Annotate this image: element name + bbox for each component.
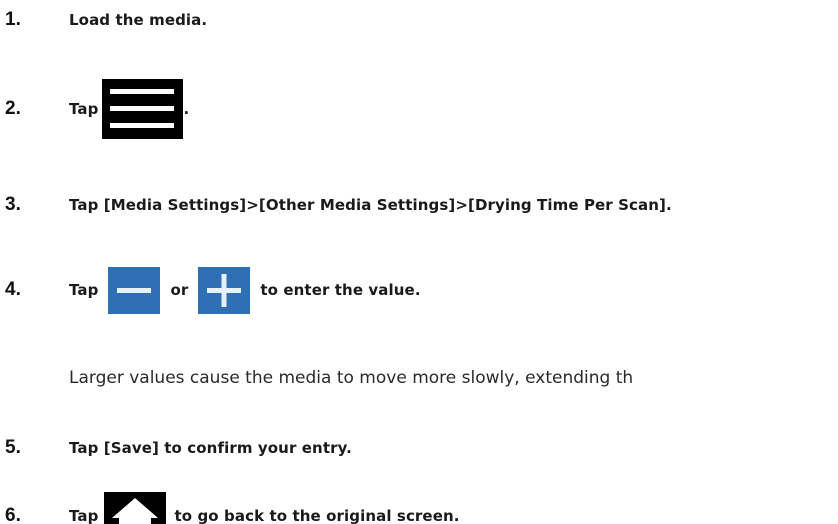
minus-icon — [108, 266, 161, 314]
step-text-after: to go back to the original screen. — [174, 507, 460, 524]
step-text-after: to enter the value. — [260, 281, 421, 299]
home-icon — [104, 492, 167, 524]
step-number: 2. — [5, 98, 21, 119]
instruction-page: 1. Load the media. 2. Tap . 3. Tap [Medi… — [0, 0, 838, 524]
step-text-before: Tap — [69, 100, 99, 118]
step-number: 4. — [5, 279, 21, 300]
plus-icon — [198, 266, 251, 314]
step-text-before: Tap — [69, 507, 99, 524]
step-text-after: . — [183, 100, 190, 118]
step-text-middle: or — [170, 281, 189, 299]
step-number: 1. — [5, 9, 21, 30]
step-2: 2. Tap . — [0, 79, 189, 139]
step-number: 3. — [5, 194, 21, 215]
step-number: 5. — [5, 437, 21, 458]
step-6: 6. Tap to go back to the original screen… — [0, 492, 460, 524]
menu-icon — [102, 79, 184, 139]
step-3: 3. Tap [Media Settings]>[Other Media Set… — [0, 191, 672, 219]
step-5: 5. Tap [Save] to confirm your entry. — [0, 434, 352, 462]
step-text: Tap [Media Settings]>[Other Media Settin… — [69, 196, 672, 214]
step-1: 1. Load the media. — [0, 6, 207, 34]
step-text: Tap [Save] to confirm your entry. — [69, 439, 352, 457]
step-4-note: Larger values cause the media to move mo… — [69, 368, 634, 388]
step-text-before: Tap — [69, 281, 99, 299]
step-text: Load the media. — [69, 11, 208, 29]
step-4: 4. Tap or to enter the value. — [0, 266, 421, 314]
step-number: 6. — [5, 505, 21, 524]
